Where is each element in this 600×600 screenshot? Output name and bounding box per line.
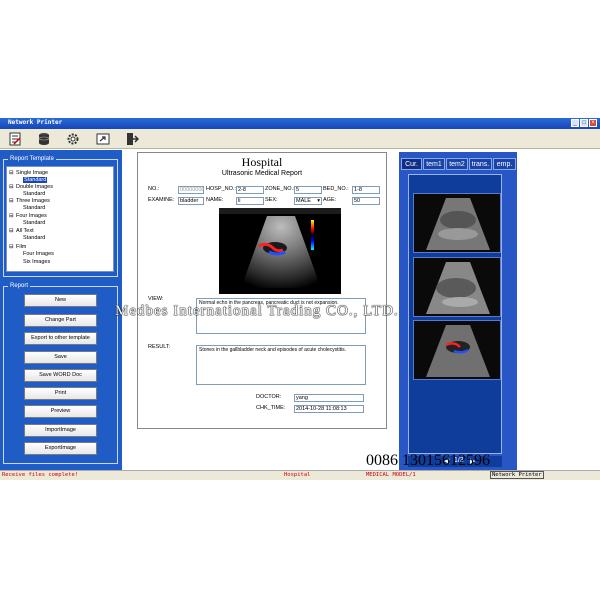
template-tree: ⊟ Single Image Standard ⊟ Double Images … — [6, 166, 114, 272]
age-field[interactable]: 50 — [352, 197, 380, 205]
print-button[interactable]: Print — [24, 387, 97, 400]
tree-expander-icon[interactable]: ⊟ — [9, 170, 14, 176]
save-button[interactable]: Save — [24, 351, 97, 364]
report-legend: Report — [8, 283, 31, 290]
exit-icon[interactable] — [125, 132, 139, 146]
tree-expander-icon[interactable]: ⊟ — [9, 213, 14, 219]
result-textarea[interactable]: Stones in the gallbladder neck and episo… — [196, 345, 366, 385]
hosp-no-label: HOSP_NO.: — [206, 186, 236, 192]
name-label: NAME: — [206, 197, 224, 203]
thumbnail-image[interactable] — [413, 320, 501, 380]
age-label: AGE: — [323, 197, 337, 203]
tree-node[interactable]: Six Images — [23, 259, 50, 265]
status-bar: Receive files complete! Hospital MEDICAL… — [0, 470, 600, 480]
phone-number-overlay: 0086 13015612596 — [366, 452, 490, 469]
sex-label: SEX: — [265, 197, 278, 203]
tree-node[interactable]: All Text — [16, 228, 34, 234]
hosp-no-field[interactable]: 2-8 — [236, 186, 264, 194]
report-subtitle: Ultrasonic Medical Report — [221, 170, 303, 177]
toolbar — [0, 129, 600, 149]
doctor-field[interactable]: yang — [294, 394, 364, 402]
tree-expander-icon[interactable]: ⊟ — [9, 184, 14, 190]
tab-tem1[interactable]: tem1 — [423, 158, 445, 170]
doctor-label: DOCTOR: — [256, 394, 282, 400]
tree-node-selected[interactable]: Standard — [23, 177, 48, 183]
bed-no-label: BED_NO.: — [323, 186, 349, 192]
import-image-button[interactable]: ImportImage — [24, 424, 97, 437]
tree-expander-icon[interactable]: ⊟ — [9, 198, 14, 204]
new-button[interactable]: New — [24, 294, 97, 307]
tree-node[interactable]: Standard — [23, 235, 45, 241]
tree-node[interactable]: Four Images — [23, 251, 54, 257]
tree-node[interactable]: Three Images — [16, 198, 50, 204]
status-printer: Network Printer — [490, 471, 544, 479]
tree-expander-icon[interactable]: ⊟ — [9, 228, 14, 234]
close-button[interactable]: × — [589, 119, 597, 127]
watermark-text: Medbes International Trading CO., LTD. — [115, 303, 399, 319]
report-icon[interactable] — [8, 132, 22, 146]
window-title: Network Printer — [8, 119, 63, 126]
export-icon[interactable] — [96, 132, 110, 146]
change-part-button[interactable]: Change Part — [24, 314, 97, 327]
no-field[interactable]: 0000000001 — [178, 186, 204, 194]
tree-node[interactable]: Single Image — [16, 170, 48, 176]
thumbnail-image[interactable] — [413, 193, 501, 253]
chk-time-field[interactable]: 2014-10-28 11:08:13 — [294, 405, 364, 413]
tree-node[interactable]: Double Images — [16, 184, 53, 190]
view-label: VIEW: — [148, 296, 164, 302]
zone-no-field[interactable]: 5 — [294, 186, 322, 194]
tab-emp[interactable]: emp. — [493, 158, 516, 170]
status-hospital: Hospital — [284, 472, 311, 478]
tab-trans[interactable]: trans. — [469, 158, 492, 170]
tree-node[interactable]: Standard — [23, 205, 45, 211]
tree-node[interactable]: Standard — [23, 191, 45, 197]
export-image-button[interactable]: ExportImage — [24, 442, 97, 455]
examine-label: EXAMINE: — [148, 197, 175, 203]
chevron-down-icon: ▾ — [317, 198, 320, 204]
status-model: MEDICAL MODEL/1 — [366, 472, 416, 478]
maximize-button[interactable]: □ — [580, 119, 588, 127]
no-label: NO.: — [148, 186, 160, 192]
tree-node[interactable]: Film — [16, 244, 26, 250]
settings-gear-icon[interactable] — [66, 132, 80, 146]
preview-button[interactable]: Preview — [24, 405, 97, 418]
examine-field[interactable]: bladder — [178, 197, 204, 205]
zone-no-label: ZONE_NO.: — [265, 186, 295, 192]
sex-select[interactable]: MALE ▾ — [294, 197, 322, 205]
export-template-button[interactable]: Export to other template — [24, 332, 97, 345]
chk-time-label: CHK_TIME: — [256, 405, 286, 411]
report-template-legend: Report Template — [8, 156, 56, 163]
bed-no-field[interactable]: 1-8 — [352, 186, 380, 194]
name-field[interactable]: li — [236, 197, 264, 205]
sex-value: MALE — [296, 198, 311, 204]
report-title: Hospital — [241, 155, 283, 169]
tree-expander-icon[interactable]: ⊟ — [9, 244, 14, 250]
status-message: Receive files complete! — [2, 472, 79, 478]
tab-current[interactable]: Cur. — [401, 158, 422, 170]
minimize-button[interactable]: _ — [571, 119, 579, 127]
tab-tem2[interactable]: tem2 — [446, 158, 468, 170]
tree-node[interactable]: Four Images — [16, 213, 47, 219]
ultrasound-image[interactable] — [219, 208, 341, 294]
title-bar: Network Printer _ □ × — [0, 118, 600, 129]
result-label: RESULT: — [148, 344, 171, 350]
tree-node[interactable]: Standard — [23, 220, 45, 226]
save-word-button[interactable]: Save WORD Doc — [24, 369, 97, 382]
database-icon[interactable] — [37, 132, 51, 146]
